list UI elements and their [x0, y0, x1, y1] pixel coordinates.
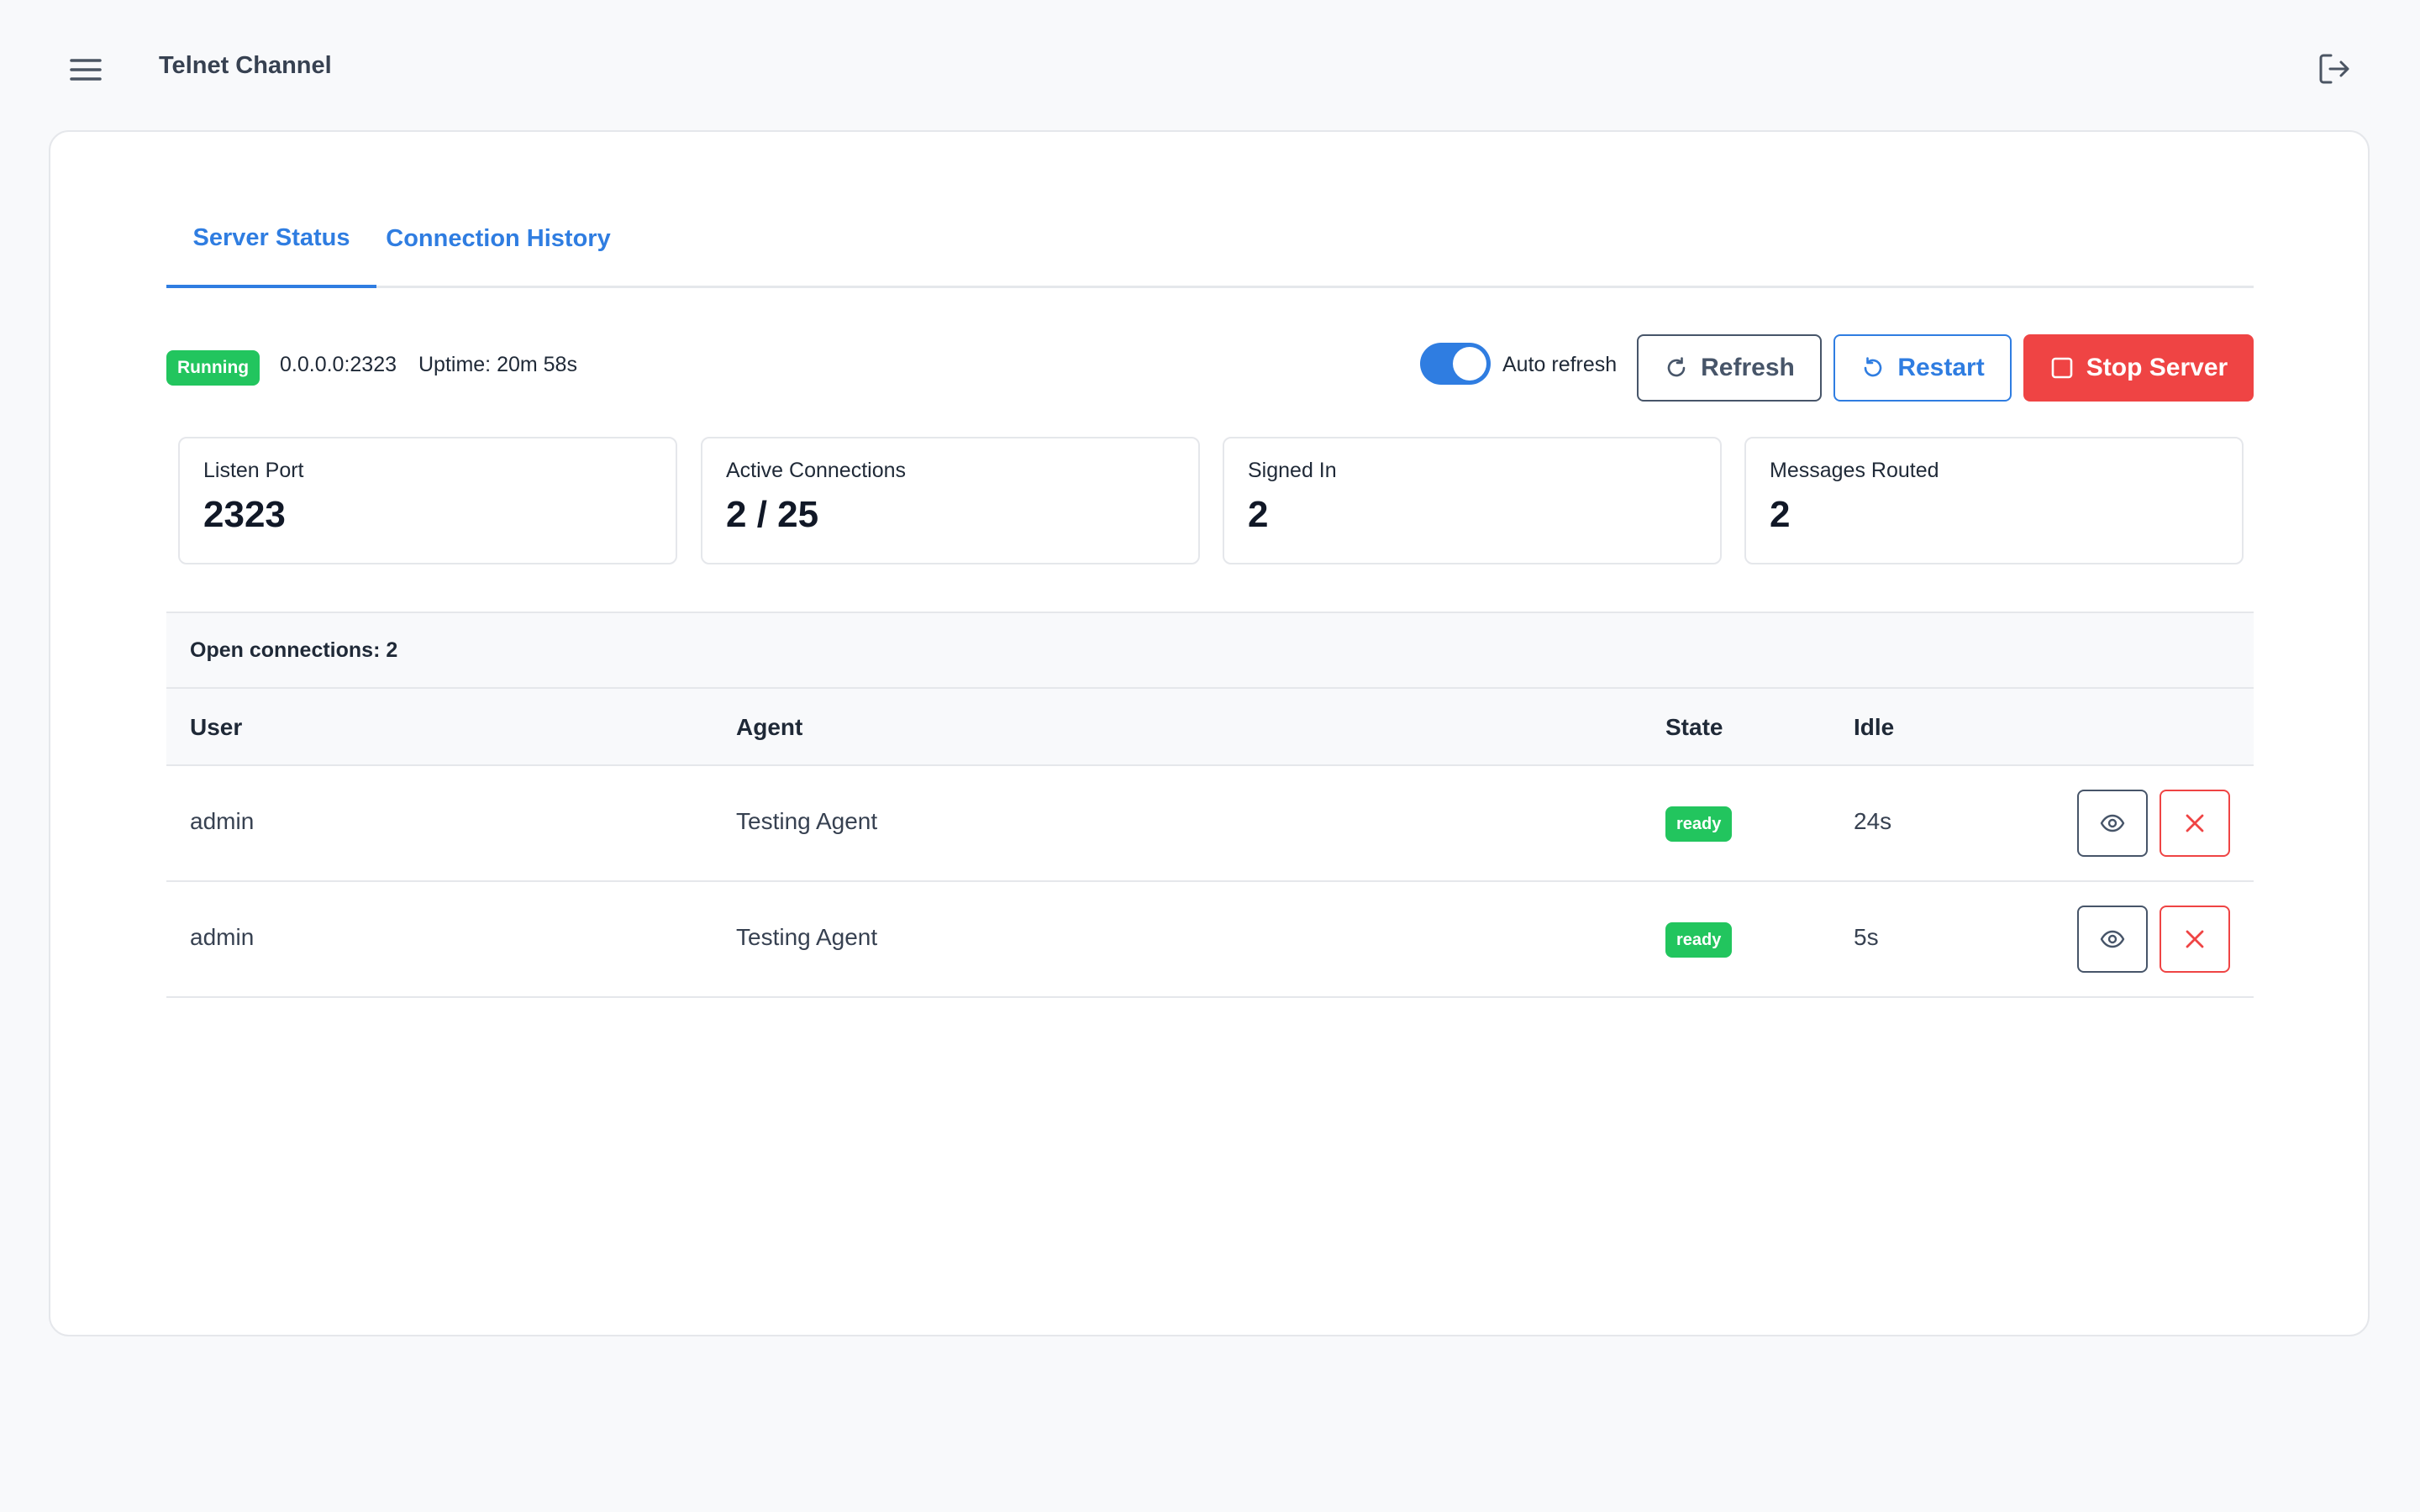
tab-server-status[interactable]: Server Status [166, 202, 376, 288]
connections-table: Open connections: 2 User Agent State Idl… [166, 612, 2254, 998]
table-header: User Agent State Idle [166, 689, 2254, 766]
auto-refresh-label: Auto refresh [1502, 353, 1618, 376]
server-address: 0.0.0.0:2323 [280, 353, 397, 376]
refresh-icon [1667, 357, 1686, 377]
column-header-user: User [190, 714, 243, 740]
stat-label: Messages Routed [1770, 459, 1939, 482]
column-header-idle: Idle [1854, 714, 1895, 740]
logout-icon [2319, 54, 2349, 84]
cell-user: admin [190, 808, 255, 834]
cell-agent: Testing Agent [736, 808, 878, 834]
top-bar: Telnet Channel [0, 0, 2420, 134]
cell-idle: 5s [1854, 924, 1879, 950]
tab-connection-history[interactable]: Connection History [376, 202, 620, 286]
app-title: Telnet Channel [159, 52, 332, 79]
stat-card-messages-routed: Messages Routed 2 [1744, 437, 2244, 564]
cell-agent: Testing Agent [736, 924, 878, 950]
stat-value: 2323 [203, 494, 286, 535]
disconnect-button[interactable] [2160, 906, 2230, 973]
cell-idle: 24s [1854, 808, 1892, 834]
refresh-label: Refresh [1701, 354, 1795, 381]
view-connection-button[interactable] [2077, 906, 2148, 973]
column-header-state: State [1665, 714, 1723, 740]
logout-button[interactable] [2316, 50, 2353, 87]
stat-label: Active Connections [726, 459, 907, 482]
stat-card-active-connections: Active Connections 2 / 25 [701, 437, 1200, 564]
stat-label: Signed In [1248, 459, 1337, 482]
table-row: admin Testing Agent ready 24s [166, 766, 2254, 882]
eye-icon [2100, 930, 2125, 948]
refresh-button[interactable]: Refresh [1637, 334, 1822, 402]
eye-icon [2100, 814, 2125, 832]
stat-value: 2 [1770, 494, 1791, 535]
state-badge: ready [1665, 806, 1733, 842]
stat-value: 2 [1248, 494, 1269, 535]
stat-card-listen-port: Listen Port 2323 [178, 437, 677, 564]
restart-label: Restart [1897, 354, 1985, 381]
restart-button[interactable]: Restart [1833, 334, 2012, 402]
menu-icon [70, 59, 102, 81]
stat-card-signed-in: Signed In 2 [1223, 437, 1722, 564]
server-uptime: Uptime: 20m 58s [418, 353, 577, 376]
stat-label: Listen Port [203, 459, 304, 482]
table-row: admin Testing Agent ready 5s [166, 882, 2254, 998]
toggle-knob [1453, 347, 1486, 381]
tab-bar: Server Status Connection History [166, 202, 2254, 288]
close-icon [2186, 814, 2204, 832]
view-connection-button[interactable] [2077, 790, 2148, 857]
cell-user: admin [190, 924, 255, 950]
table-caption: Open connections: 2 [166, 612, 2254, 689]
status-row: Running 0.0.0.0:2323 Uptime: 20m 58s Aut… [166, 334, 2254, 402]
auto-refresh-toggle[interactable] [1420, 343, 1491, 385]
stop-icon [2051, 357, 2073, 379]
running-status-badge: Running [166, 350, 260, 386]
menu-button[interactable] [64, 49, 108, 91]
open-connections-count: Open connections: 2 [190, 638, 398, 662]
stop-server-label: Stop Server [2086, 354, 2228, 381]
stop-server-button[interactable]: Stop Server [2023, 334, 2254, 402]
state-badge: ready [1665, 922, 1733, 958]
restart-icon [1865, 357, 1882, 377]
stat-value: 2 / 25 [726, 494, 819, 535]
disconnect-button[interactable] [2160, 790, 2230, 857]
column-header-agent: Agent [736, 714, 803, 740]
close-icon [2186, 930, 2204, 948]
